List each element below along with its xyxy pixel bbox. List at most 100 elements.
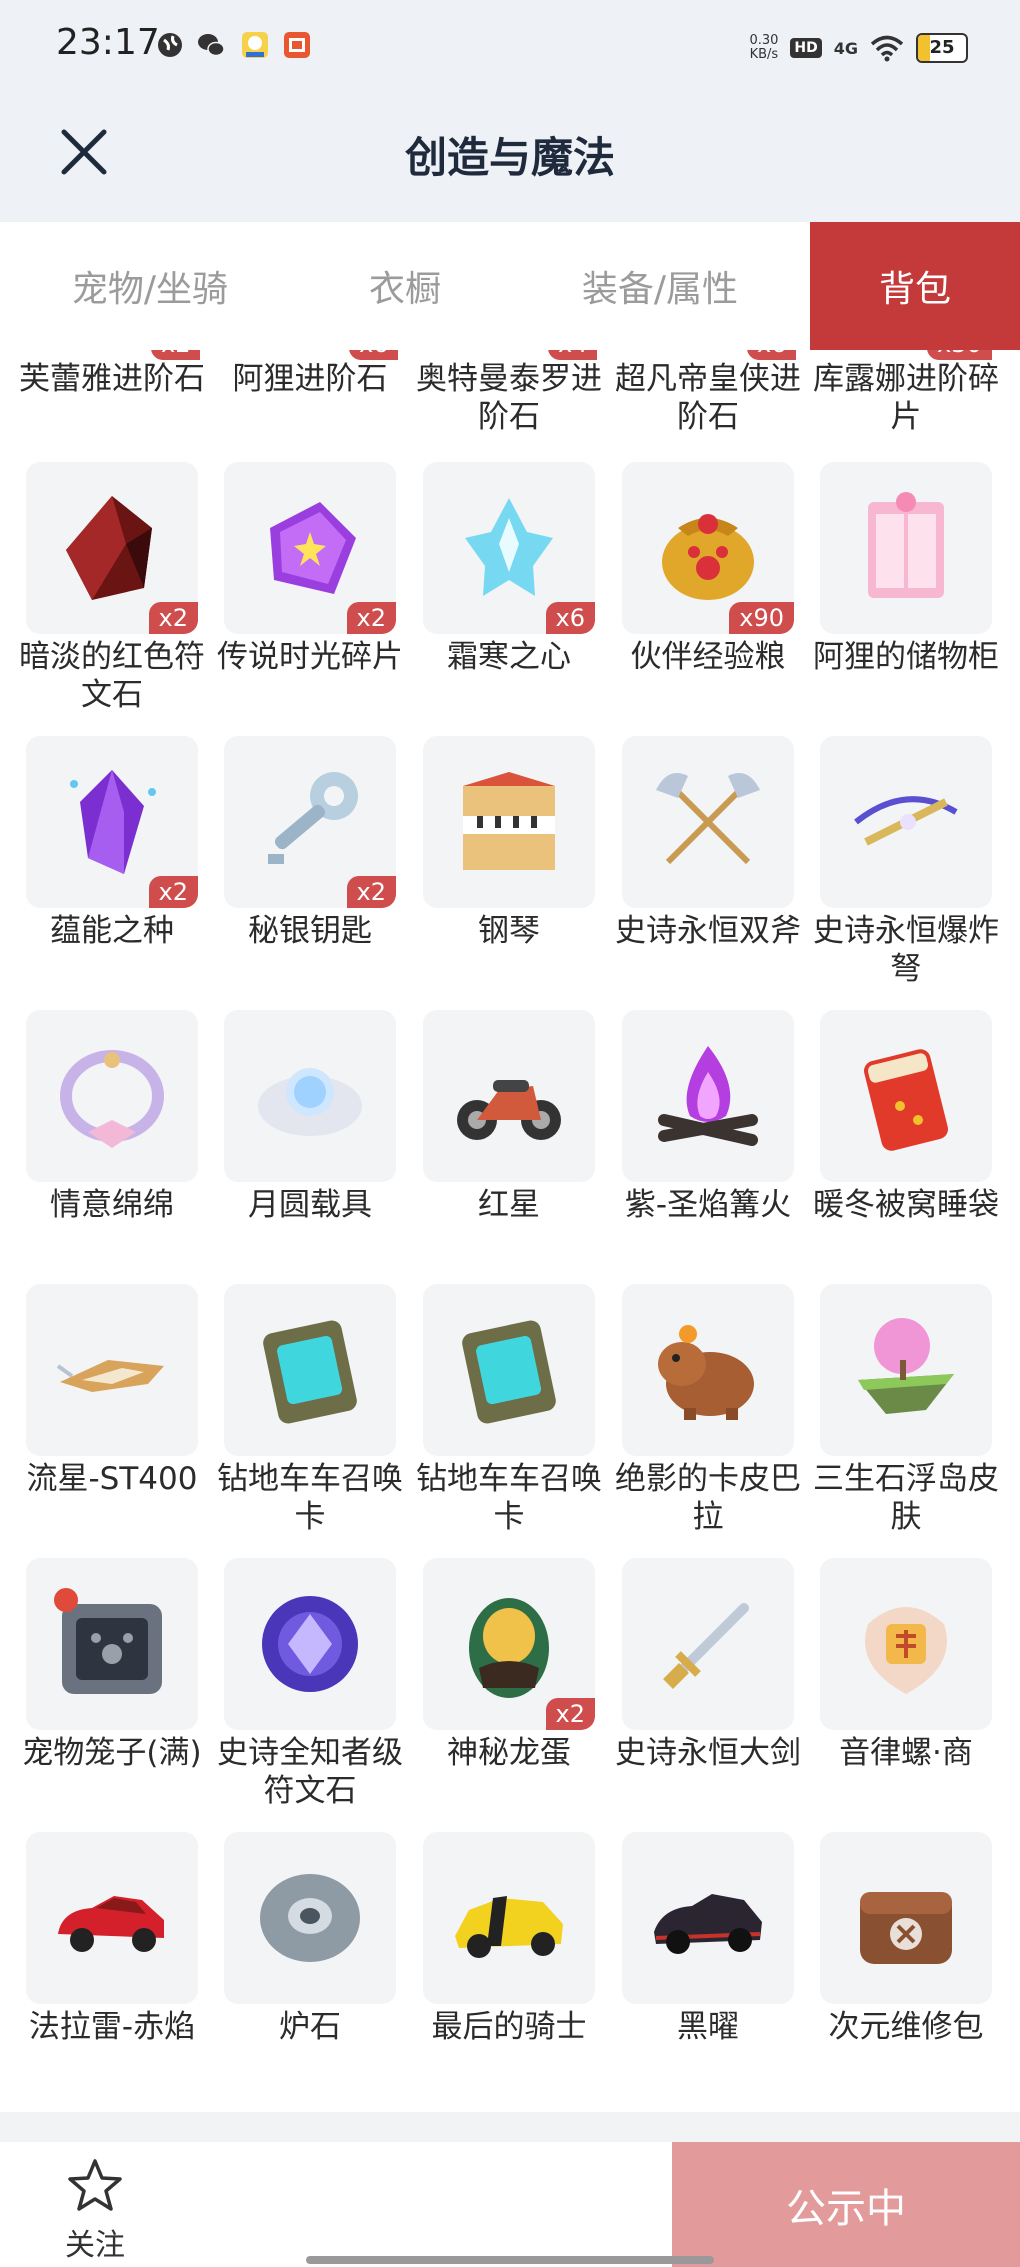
item-name: 宠物笼子(满) — [22, 1735, 202, 1771]
count-badge: x30 — [927, 350, 992, 360]
list-item[interactable]: x2 芙蕾雅进阶石 — [13, 350, 211, 460]
list-item[interactable]: 法拉雷-赤焰 — [13, 1832, 211, 2070]
public-notice-button[interactable]: 公示中 — [672, 2142, 1020, 2267]
tab-equipment[interactable]: 装备/属性 — [510, 222, 810, 350]
list-item[interactable]: x30 库露娜进阶碎片 — [807, 350, 1005, 460]
list-item[interactable]: 月圆载具 — [211, 1010, 409, 1270]
list-item[interactable]: 炉石 — [211, 1832, 409, 2070]
item-thumbnail — [26, 1558, 198, 1730]
list-item[interactable]: 情意绵绵 — [13, 1010, 211, 1270]
count-badge: x90 — [729, 602, 794, 634]
item-thumbnail — [820, 1558, 992, 1730]
item-thumbnail: x2 — [423, 1558, 595, 1730]
item-name: 阿狸进阶石 — [232, 361, 388, 397]
item-name: 神秘龙蛋 — [447, 1735, 571, 1771]
purple-crystal-icon — [70, 770, 156, 874]
list-item[interactable]: x6 超凡帝皇侠进阶石 — [609, 350, 807, 460]
list-item[interactable]: 钻地车车召唤卡 — [410, 1284, 608, 1544]
list-item[interactable]: 紫-圣焰篝火 — [609, 1010, 807, 1270]
wechat-icon — [198, 34, 225, 57]
item-thumbnail — [820, 1832, 992, 2004]
repair-bag-icon — [860, 1892, 952, 1964]
list-item[interactable]: 最后的骑士 — [410, 1832, 608, 2070]
list-item[interactable]: 宠物笼子(满) — [13, 1558, 211, 1818]
item-thumbnail — [423, 736, 595, 908]
item-name: 史诗永恒爆炸弩 — [813, 913, 999, 987]
home-indicator[interactable] — [306, 2256, 714, 2264]
network-type: 4G — [833, 38, 858, 58]
list-item[interactable]: 次元维修包 — [807, 1832, 1005, 2070]
item-thumbnail — [224, 1284, 396, 1456]
follow-label: 关注 — [65, 2228, 125, 2263]
tab-backpack[interactable]: 背包 — [810, 222, 1020, 350]
item-name: 绝影的卡皮巴拉 — [615, 1461, 801, 1535]
battery-indicator: 25 — [916, 33, 968, 63]
item-name: 史诗全知者级符文石 — [217, 1735, 403, 1809]
item-thumbnail — [820, 462, 992, 634]
item-name: 红星 — [478, 1187, 540, 1223]
tab-wardrobe[interactable]: 衣橱 — [300, 222, 510, 350]
header: 创造与魔法 — [0, 100, 1020, 222]
item-thumbnail: x6 — [423, 462, 595, 634]
divider — [0, 2112, 1020, 2142]
item-name: 奥特曼泰罗进阶石 — [416, 361, 602, 435]
list-item[interactable]: 流星-ST400 — [13, 1284, 211, 1544]
item-thumbnail — [423, 1010, 595, 1182]
hd-badge: HD — [790, 38, 822, 58]
pet-cage-icon — [54, 1588, 162, 1694]
item-name: 紫-圣焰篝火 — [624, 1187, 792, 1223]
count-badge: x6 — [545, 602, 595, 634]
follow-button[interactable]: 关注 — [40, 2150, 150, 2263]
list-item[interactable]: 绝影的卡皮巴拉 — [609, 1284, 807, 1544]
bonfire-icon — [658, 1046, 758, 1146]
item-thumbnail — [26, 1010, 198, 1182]
list-item[interactable]: x90 伙伴经验粮 — [609, 462, 807, 722]
item-name: 最后的骑士 — [431, 2009, 587, 2045]
item-thumbnail — [224, 1832, 396, 2004]
list-item[interactable]: x2 神秘龙蛋 — [410, 1558, 608, 1818]
app-notification-icon-2 — [284, 32, 310, 58]
list-item[interactable]: x6 霜寒之心 — [410, 462, 608, 722]
item-name: 霜寒之心 — [447, 639, 571, 675]
list-item[interactable]: 暖冬被窝睡袋 — [807, 1010, 1005, 1270]
tab-pets-mounts[interactable]: 宠物/坐骑 — [0, 222, 300, 350]
item-name: 传说时光碎片 — [217, 639, 403, 675]
status-time: 23:17 — [56, 22, 160, 63]
count-badge: x6 — [349, 350, 399, 360]
globe-icon — [158, 33, 182, 57]
list-item[interactable]: x2 蕴能之种 — [13, 736, 211, 996]
list-item[interactable]: 钻地车车召唤卡 — [211, 1284, 409, 1544]
list-item[interactable]: x2 传说时光碎片 — [211, 462, 409, 722]
item-thumbnail — [820, 736, 992, 908]
list-item[interactable]: 阿狸的储物柜 — [807, 462, 1005, 722]
count-badge: x2 — [151, 350, 201, 360]
blue-rune-icon — [262, 1596, 358, 1692]
list-item[interactable]: 音律螺·商 — [807, 1558, 1005, 1818]
cabinet-icon — [868, 492, 944, 598]
list-item[interactable]: 黑曜 — [609, 1832, 807, 2070]
list-item[interactable]: 史诗永恒爆炸弩 — [807, 736, 1005, 996]
list-item[interactable]: 史诗永恒双斧 — [609, 736, 807, 996]
dragon-egg-icon — [469, 1598, 549, 1698]
list-item[interactable]: 史诗全知者级符文石 — [211, 1558, 409, 1818]
list-item[interactable]: 红星 — [410, 1010, 608, 1270]
item-thumbnail — [622, 736, 794, 908]
battery-text: 25 — [929, 37, 955, 58]
red-rune-icon — [66, 496, 152, 600]
wifi-icon — [870, 35, 904, 62]
item-thumbnail: x2 — [26, 736, 198, 908]
count-badge: x2 — [346, 876, 396, 908]
list-item[interactable]: x6 阿狸进阶石 — [211, 350, 409, 460]
list-item[interactable]: 三生石浮岛皮肤 — [807, 1284, 1005, 1544]
list-item[interactable]: x4 奥特曼泰罗进阶石 — [410, 350, 608, 460]
list-item[interactable]: x2 秘银钥匙 — [211, 736, 409, 996]
list-item[interactable]: x2 暗淡的红色符文石 — [13, 462, 211, 722]
item-name: 阿狸的储物柜 — [813, 639, 999, 675]
item-name: 秘银钥匙 — [248, 913, 372, 949]
motorcycle-icon — [457, 1080, 561, 1140]
list-item[interactable]: 史诗永恒大剑 — [609, 1558, 807, 1818]
list-item[interactable]: 钢琴 — [410, 736, 608, 996]
item-thumbnail — [224, 1010, 396, 1182]
item-name: 超凡帝皇侠进阶石 — [615, 361, 801, 435]
item-name: 蕴能之种 — [50, 913, 174, 949]
